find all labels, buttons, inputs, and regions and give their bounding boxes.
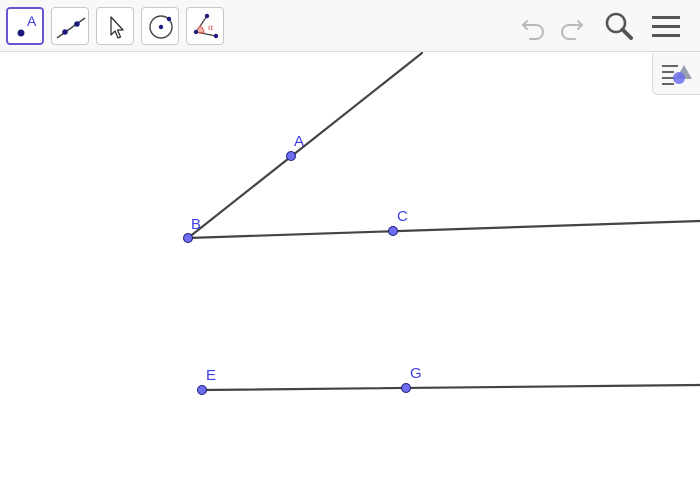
undo-button[interactable] [517,9,551,43]
move-tool-button[interactable] [96,7,134,45]
point-c[interactable] [388,226,398,236]
angle-tool-button[interactable]: α [186,7,224,45]
label-c: C [397,208,408,225]
toolbar: A α [0,0,700,52]
ray-ba[interactable] [186,52,424,240]
point-a[interactable] [286,151,296,161]
menu-button[interactable] [649,9,683,43]
label-g: G [410,365,422,382]
point-e[interactable] [197,385,207,395]
undo-icon [522,20,544,40]
search-button[interactable] [602,9,636,43]
angle-icon: α [193,13,219,39]
label-e: E [206,367,216,384]
line-icon [56,17,86,39]
menu-icon [652,16,680,37]
line-tool-button[interactable] [51,7,89,45]
label-b: B [191,216,201,233]
ray-eg[interactable] [200,383,700,392]
circle-tool-button[interactable] [141,7,179,45]
circle-icon [149,15,173,39]
graphics-view[interactable]: A B C E G [0,52,700,500]
point-tool-button[interactable]: A [6,7,44,45]
label-a: A [294,133,304,150]
svg-text:A: A [27,13,37,29]
redo-icon [561,20,583,40]
redo-button[interactable] [554,9,588,43]
point-icon: A [17,13,37,37]
search-icon [605,12,633,40]
point-g[interactable] [401,383,411,393]
svg-text:α: α [208,23,214,32]
cursor-arrow-icon [110,16,124,39]
ray-bc[interactable] [186,219,700,240]
point-b[interactable] [183,233,193,243]
